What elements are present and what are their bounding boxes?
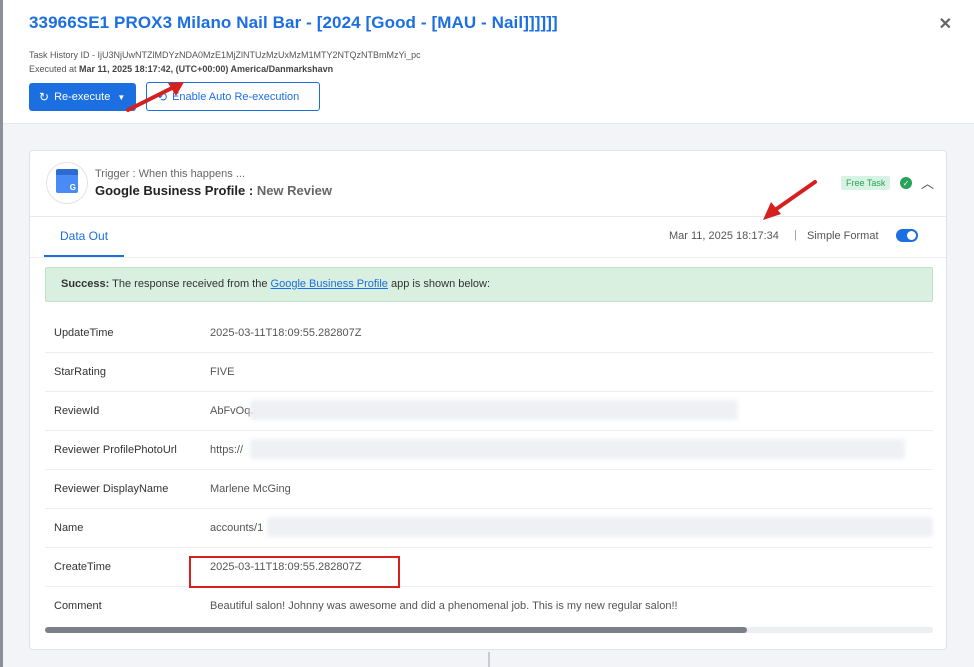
trigger-label: Trigger : When this happens ... (95, 168, 245, 180)
task-history-line: Task History ID - IjU3NjUwNTZlMDYzNDA0Mz… (29, 50, 421, 60)
row-key: UpdateTime (54, 327, 114, 339)
row-key: Reviewer DisplayName (54, 483, 169, 495)
google-business-profile-logo: G (46, 162, 88, 204)
flow-connector (488, 652, 490, 667)
redaction-blur (267, 517, 933, 537)
trigger-title: Google Business Profile : New Review (95, 183, 332, 198)
task-history-id: IjU3NjUwNTZlMDYzNDA0MzE1MjZlNTUzMzUxMzM1… (97, 50, 421, 60)
task-title: 33966SE1 PROX3 Milano Nail Bar - [2024 [… (29, 13, 558, 32)
row-key: StarRating (54, 366, 106, 378)
row-key: ReviewId (54, 405, 100, 417)
executed-value: Mar 11, 2025 18:17:42, (UTC+00:00) Ameri… (79, 64, 334, 74)
table-row: Comment Beautiful salon! Johnny was awes… (45, 587, 933, 626)
auto-reexecute-label: Enable Auto Re-execution (172, 90, 300, 103)
row-value: 2025-03-11T18:09:55.282807Z (210, 561, 362, 573)
row-value: Beautiful salon! Johnny was awesome and … (210, 600, 678, 612)
table-row: ReviewId AbFvOqJ (45, 392, 933, 431)
table-row: Name accounts/1 (45, 509, 933, 548)
chevron-up-icon[interactable]: ︿ (921, 173, 934, 192)
executed-at-line: Executed at Mar 11, 2025 18:17:42, (UTC+… (29, 64, 333, 74)
table-row: CreateTime 2025-03-11T18:09:55.282807Z (45, 548, 933, 587)
row-value: AbFvOqJ (210, 405, 256, 417)
table-row: Reviewer DisplayName Marlene McGing (45, 470, 933, 509)
close-icon[interactable]: ✕ (939, 14, 952, 34)
refresh-icon: ↻ (39, 90, 50, 104)
horizontal-scrollbar[interactable] (45, 627, 933, 633)
free-task-badge: Free Task (841, 176, 891, 190)
trigger-event: New Review (256, 183, 332, 198)
row-value: accounts/1 (210, 522, 264, 534)
scrollbar-thumb[interactable] (45, 627, 747, 633)
table-row: StarRating FIVE (45, 353, 933, 392)
response-timestamp: Mar 11, 2025 18:17:34 (669, 230, 779, 242)
row-value: Marlene McGing (210, 483, 291, 495)
executed-label: Executed at (29, 64, 80, 74)
trigger-card: G Trigger : When this happens ... Google… (29, 150, 947, 650)
success-text-after: app is shown below: (387, 278, 491, 290)
row-value: 2025-03-11T18:09:55.282807Z (210, 327, 362, 339)
caret-down-icon: ▼ (117, 92, 126, 102)
success-check-icon: ✓ (900, 177, 912, 189)
row-value: FIVE (210, 366, 235, 378)
tab-divider (30, 257, 946, 258)
google-business-profile-link[interactable]: Google Business Profile (271, 278, 388, 290)
redaction-blur (250, 439, 905, 459)
table-row: UpdateTime 2025-03-11T18:09:55.282807Z (45, 314, 933, 353)
row-value: https:// (210, 444, 244, 456)
reexecute-label: Re-execute (54, 91, 111, 103)
auto-refresh-icon: ⟲ (157, 89, 168, 104)
success-banner: Success: The response received from the … (45, 267, 933, 302)
row-key: Name (54, 522, 84, 534)
toolbar-separator: | (794, 229, 797, 241)
trigger-header[interactable]: G Trigger : When this happens ... Google… (30, 151, 946, 217)
table-row: Reviewer ProfilePhotoUrl https:// (45, 431, 933, 470)
redaction-blur (250, 400, 738, 420)
enable-auto-reexecution-button[interactable]: ⟲ Enable Auto Re-execution (146, 82, 320, 111)
row-key: Comment (54, 600, 102, 612)
simple-format-toggle[interactable] (896, 229, 918, 242)
success-prefix: Success: (61, 278, 110, 290)
storefront-icon: G (56, 169, 78, 193)
tab-data-out[interactable]: Data Out (44, 217, 125, 257)
success-text-before: The response received from the (109, 278, 271, 290)
response-table: UpdateTime 2025-03-11T18:09:55.282807Z S… (45, 314, 933, 626)
simple-format-label: Simple Format (807, 230, 879, 242)
task-history-label: Task History ID - (29, 50, 98, 60)
row-key: CreateTime (54, 561, 112, 573)
reexecute-button[interactable]: ↻ Re-execute ▼ (29, 83, 136, 111)
trigger-app-name: Google Business Profile : (95, 183, 257, 198)
modal-header: 33966SE1 PROX3 Milano Nail Bar - [2024 [… (3, 0, 974, 124)
row-key: Reviewer ProfilePhotoUrl (54, 444, 177, 456)
